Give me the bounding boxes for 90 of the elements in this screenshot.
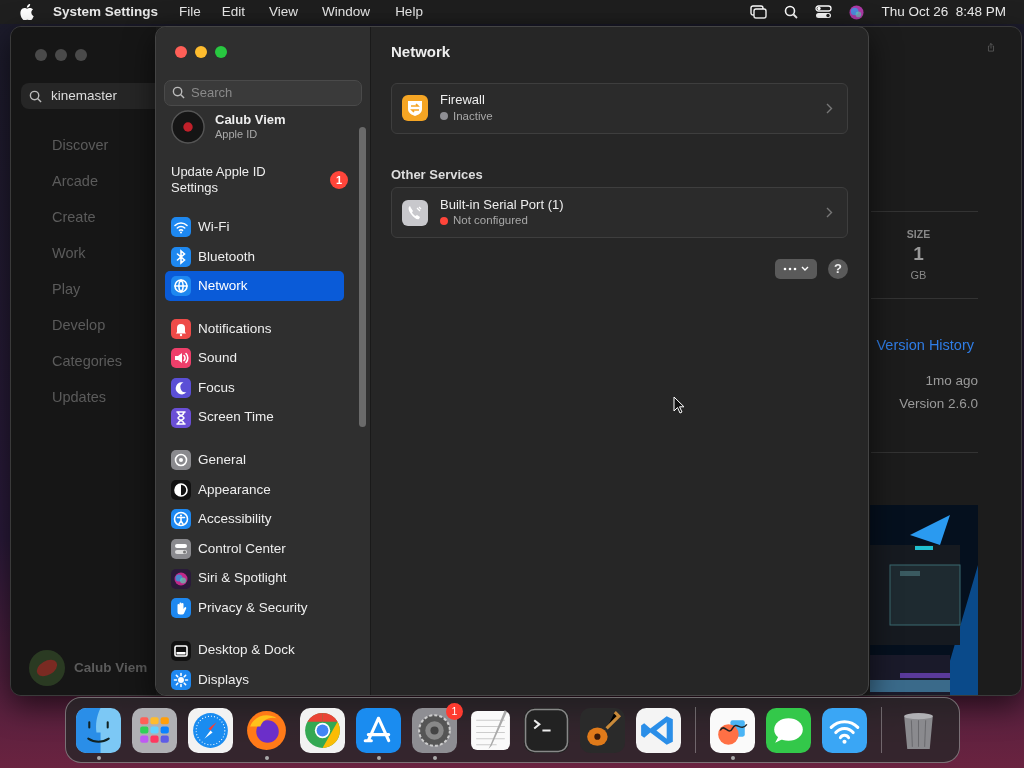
- sidebar-item[interactable]: Screen Time: [165, 402, 344, 433]
- search-icon[interactable]: [784, 5, 799, 19]
- close-button[interactable]: [175, 46, 187, 58]
- sidebar-item[interactable]: Privacy & Security: [165, 593, 344, 623]
- compass-icon[interactable]: [188, 707, 233, 753]
- zoom-button[interactable]: [215, 46, 227, 58]
- toggle-icon: [171, 538, 191, 559]
- search-field[interactable]: kinemaster: [21, 83, 156, 109]
- menu-item[interactable]: Window: [322, 1, 371, 23]
- service-status: Inactive: [453, 108, 493, 124]
- guitar-icon[interactable]: [580, 707, 625, 753]
- sun-icon: [171, 670, 191, 691]
- sidebar-item[interactable]: Focus: [165, 373, 344, 403]
- search-field[interactable]: Search: [164, 79, 362, 106]
- service-name: Built-in Serial Port (1): [440, 196, 565, 214]
- clock[interactable]: Thu Oct 26 8:48 PM: [881, 1, 1006, 23]
- menu-item[interactable]: File: [179, 1, 201, 23]
- figure-icon: [171, 509, 191, 530]
- screen-mirroring-icon[interactable]: [750, 5, 768, 19]
- bell-icon: [171, 318, 191, 339]
- sidebar-item[interactable]: Desktop & Dock: [165, 635, 344, 666]
- hourglass-icon: [171, 407, 191, 428]
- menu-item[interactable]: Edit: [221, 1, 246, 23]
- sidebar-item[interactable]: Notifications: [165, 313, 344, 344]
- size-label: SIZE: [906, 226, 931, 242]
- globe-icon: [171, 276, 191, 297]
- bluetooth-icon: [171, 246, 191, 267]
- contrast-icon: [171, 479, 191, 500]
- sidebar-item[interactable]: Bluetooth: [165, 241, 344, 272]
- avatar-icon: [29, 650, 65, 686]
- scribble-icon[interactable]: [710, 707, 755, 753]
- help-button[interactable]: ?: [828, 259, 848, 279]
- page-title: Network: [391, 42, 452, 62]
- dock-icon: [171, 640, 191, 661]
- scrollbar[interactable]: [359, 127, 366, 427]
- sidebar-item[interactable]: Sound: [165, 343, 344, 374]
- minimize-button[interactable]: [195, 46, 207, 58]
- menu-item[interactable]: View: [269, 1, 299, 23]
- notification-badge: 1: [330, 170, 348, 189]
- service-row[interactable]: Built-in Serial Port (1) Not configured: [391, 187, 848, 238]
- section-heading: Other Services: [391, 165, 484, 184]
- sidebar-item[interactable]: Wi-Fi: [165, 212, 344, 242]
- shield-icon: [402, 95, 428, 121]
- ellipsis-icon: [783, 267, 797, 271]
- letter-shape-icon[interactable]: [356, 707, 401, 753]
- chevron-icon: [826, 207, 833, 218]
- wifi-icon[interactable]: [822, 707, 867, 753]
- caret-icon: [801, 266, 809, 272]
- service-status: Not configured: [453, 213, 528, 229]
- version-number: Version 2.6.0: [899, 394, 978, 413]
- orb-icon: [171, 568, 191, 589]
- app-menu[interactable]: System Settings: [53, 1, 159, 23]
- speech-bubble-icon[interactable]: [766, 707, 811, 753]
- avatar-icon: [171, 109, 205, 144]
- service-row[interactable]: Firewall Inactive: [391, 82, 848, 134]
- account-name[interactable]: Calub Viem: [215, 112, 286, 128]
- apple-icon[interactable]: [20, 4, 34, 20]
- notification-badge: 1: [446, 702, 463, 720]
- menu-item[interactable]: Help: [395, 1, 423, 23]
- update-notice[interactable]: Update Apple ID Settings: [171, 163, 291, 197]
- sidebar-item[interactable]: Accessibility: [165, 504, 344, 535]
- sidebar-item[interactable]: Displays: [165, 665, 344, 695]
- speaker-icon: [171, 348, 191, 369]
- pointer-icon: [673, 396, 685, 414]
- face-icon[interactable]: [76, 707, 121, 753]
- version-history-link[interactable]: Version History: [876, 334, 974, 357]
- code-icon[interactable]: [636, 707, 681, 753]
- wifi-icon: [171, 217, 191, 237]
- gear-icon[interactable]: [412, 707, 457, 753]
- orb-icon[interactable]: [849, 4, 865, 20]
- update-age: 1mo ago: [925, 371, 978, 390]
- sidebar-item[interactable]: Control Center: [165, 534, 344, 564]
- toggle-icon[interactable]: [815, 5, 833, 19]
- account-subtitle: Apple ID: [215, 127, 259, 141]
- sidebar-item[interactable]: Network: [165, 271, 344, 302]
- gear-icon: [171, 450, 191, 471]
- search-icon: [29, 89, 42, 103]
- service-name: Firewall: [440, 92, 486, 109]
- size-unit: GB: [910, 268, 927, 284]
- sidebar-item[interactable]: Appearance: [165, 474, 344, 505]
- sidebar-item[interactable]: General: [165, 445, 344, 475]
- terminal-icon[interactable]: [524, 707, 569, 753]
- more-menu-button[interactable]: [775, 259, 817, 279]
- phone-icon: [402, 199, 428, 226]
- grid-icon[interactable]: [132, 707, 177, 753]
- size-value: 1: [913, 244, 924, 266]
- moon-icon: [171, 377, 191, 398]
- chevron-icon: [826, 102, 833, 114]
- hand-icon: [171, 598, 191, 619]
- sidebar-item[interactable]: Siri & Spotlight: [165, 563, 344, 594]
